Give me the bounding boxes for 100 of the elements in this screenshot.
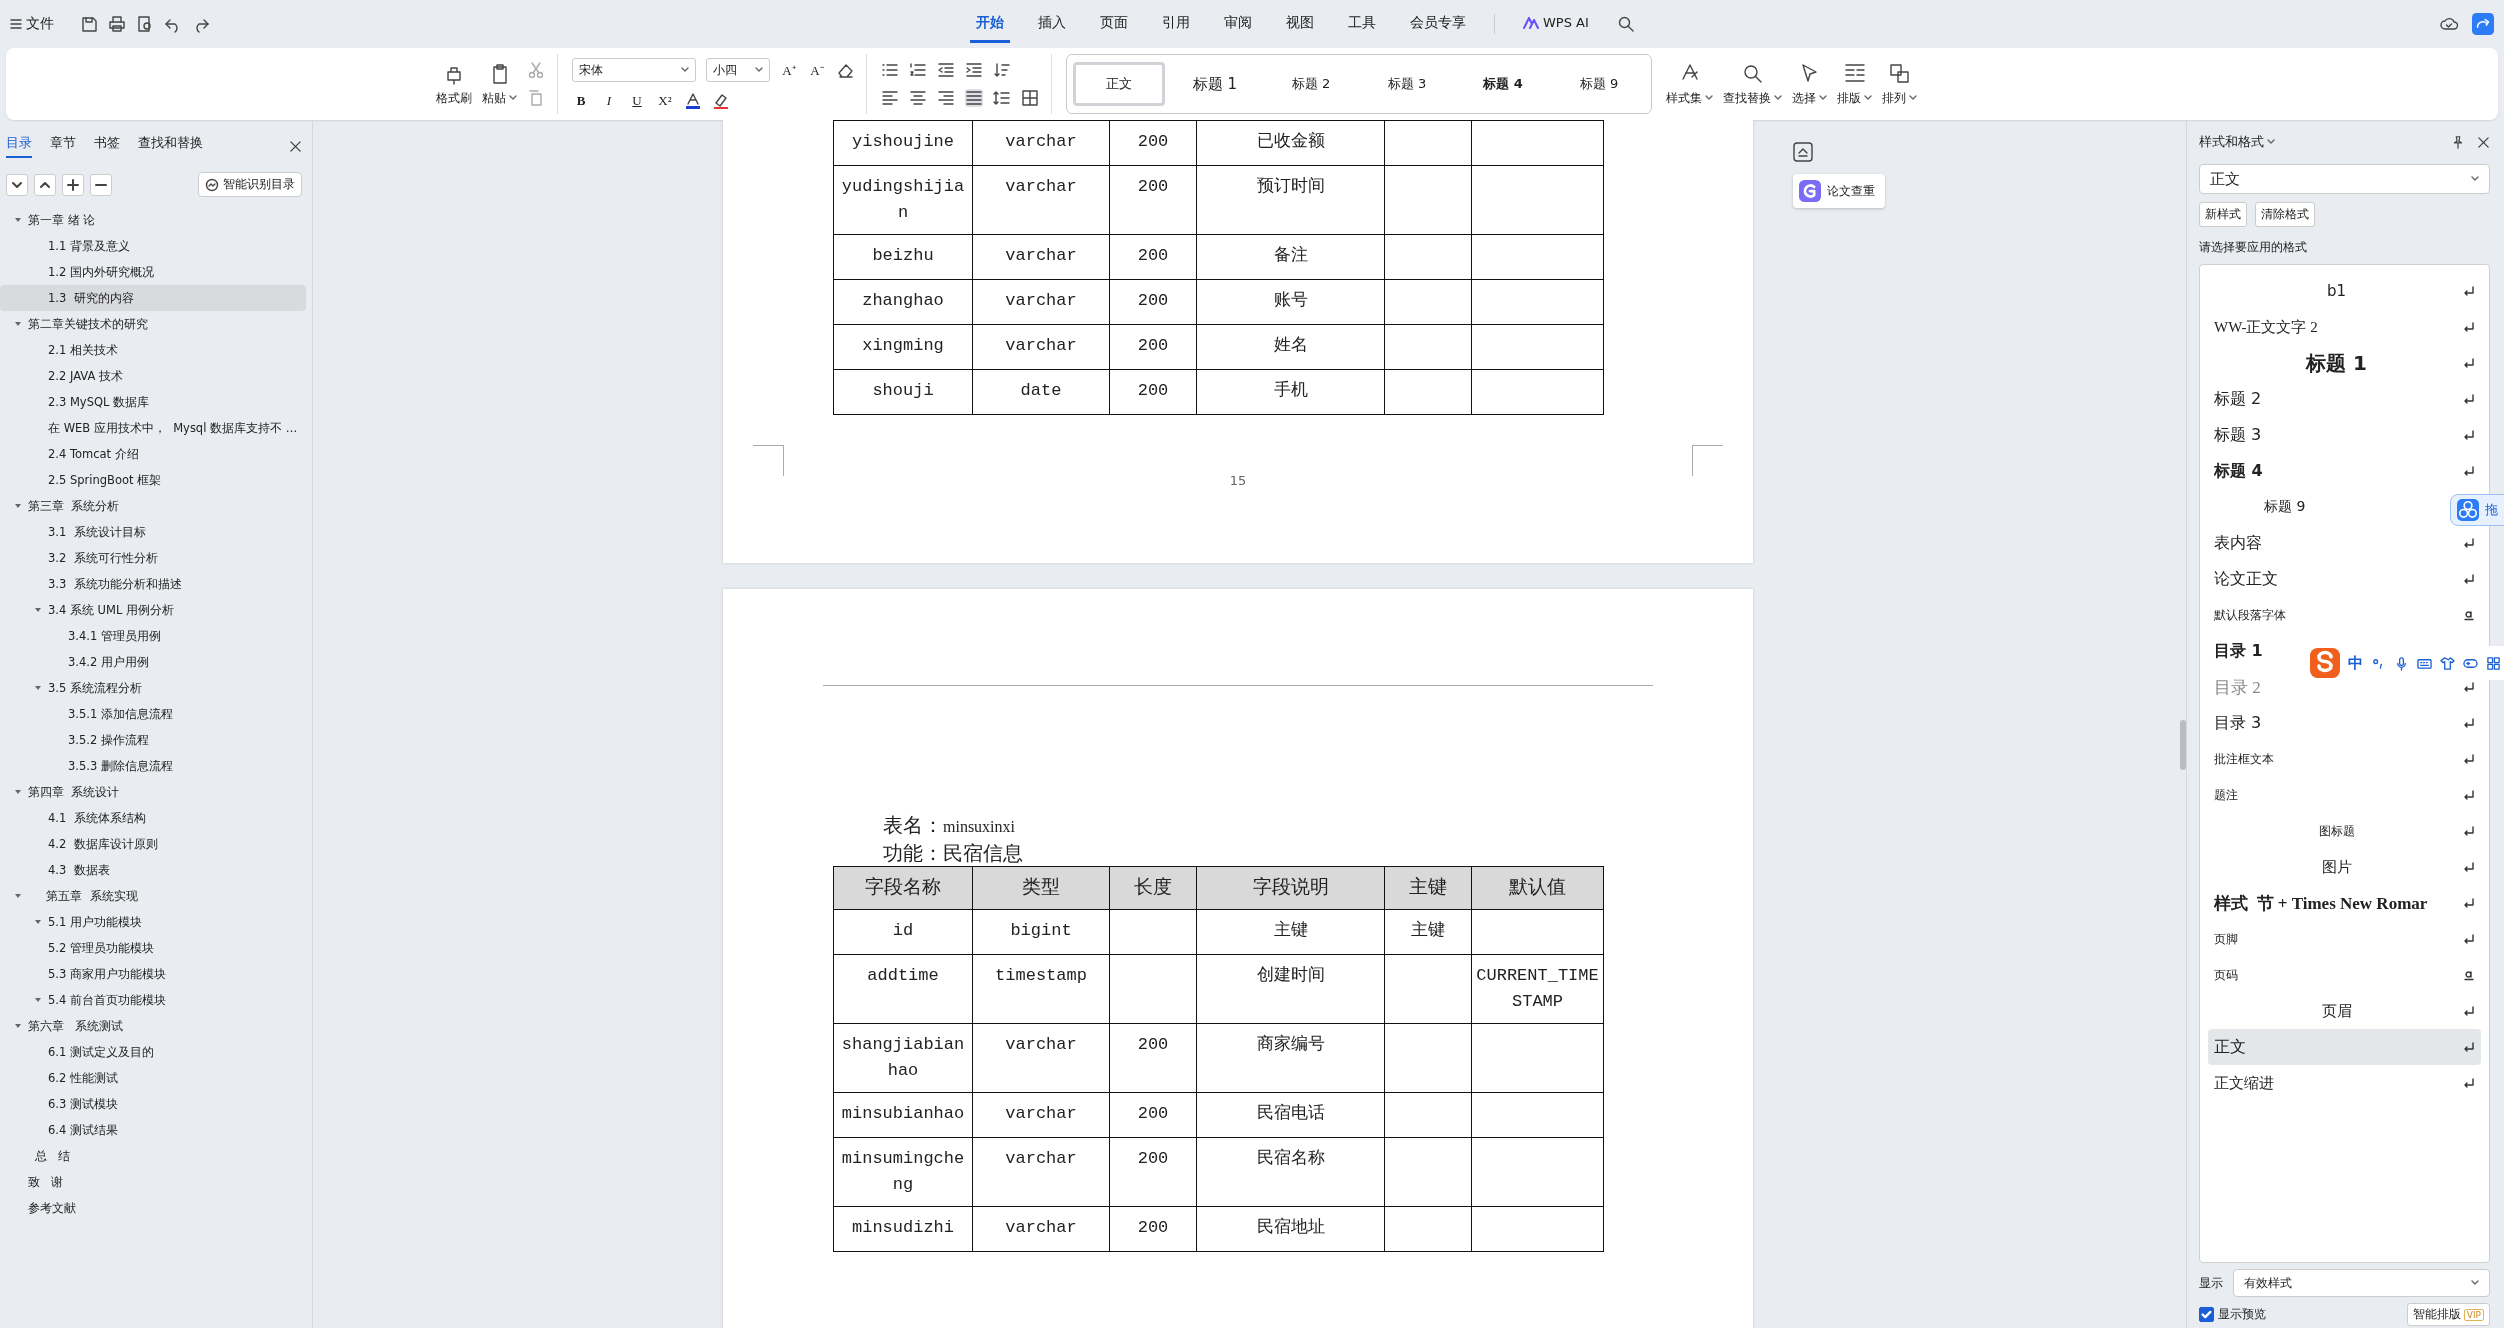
preview-checkbox[interactable]: 显示预览	[2199, 1306, 2266, 1323]
borders-icon[interactable]	[1021, 89, 1039, 107]
panel-tab[interactable]: 查找和替换	[138, 134, 203, 158]
share-icon[interactable]	[2472, 13, 2494, 35]
toc-item[interactable]: 第五章 系统实现	[0, 883, 306, 909]
close-icon[interactable]	[2477, 135, 2490, 149]
toc-item[interactable]: 参考文献	[0, 1195, 306, 1221]
toc-item[interactable]: 4.3 数据表	[0, 857, 306, 883]
expand-arrow-icon[interactable]	[14, 1021, 22, 1030]
bullet-list-icon[interactable]	[881, 61, 899, 79]
panel-tab[interactable]: 目录	[6, 134, 32, 158]
panel-tab[interactable]: 书签	[94, 134, 120, 158]
toc-item[interactable]: 5.4 前台首页功能模块	[0, 987, 306, 1013]
clear-format-button[interactable]: 清除格式	[2255, 202, 2315, 227]
font-size-dropdown[interactable]: 小四	[706, 58, 770, 82]
toc-item[interactable]: 3.5.2 操作流程	[0, 727, 306, 753]
menu-tab[interactable]: 引用	[1156, 5, 1196, 43]
toc-item[interactable]: 2.2 JAVA 技术	[0, 363, 306, 389]
style-item[interactable]: 图片	[2208, 849, 2481, 885]
toc-item[interactable]: 3.5 系统流程分析	[0, 675, 306, 701]
grid-icon[interactable]	[2486, 655, 2501, 671]
expand-arrow-icon[interactable]	[14, 319, 22, 328]
style-item[interactable]: 图标题	[2208, 813, 2481, 849]
shirt-icon[interactable]	[2440, 655, 2455, 671]
toc-item[interactable]: 总 结	[0, 1143, 306, 1169]
style-item[interactable]: 目录 3	[2208, 705, 2481, 741]
style-item[interactable]: 标题 4	[2208, 453, 2481, 489]
toolbar-button[interactable]: 排版	[1837, 61, 1872, 107]
expand-arrow-icon[interactable]	[34, 605, 42, 614]
format-button[interactable]: X²	[656, 93, 674, 109]
pin-icon[interactable]	[2451, 135, 2465, 149]
style-preset[interactable]: 标题 9	[1553, 62, 1645, 106]
toc-item[interactable]: 3.5.3 删除信息流程	[0, 753, 306, 779]
font-size-button[interactable]: A⁻	[808, 61, 826, 79]
minus-icon[interactable]	[90, 173, 112, 196]
microphone-icon[interactable]	[2394, 655, 2409, 671]
smart-toc-button[interactable]: 智能识别目录	[198, 172, 302, 197]
style-item[interactable]: 批注框文本	[2208, 741, 2481, 777]
toolbar-button[interactable]: 样式集	[1666, 61, 1713, 107]
font-size-button[interactable]: A⁺	[780, 61, 798, 79]
expand-arrow-icon[interactable]	[34, 683, 42, 692]
toc-item[interactable]: 1.2 国内外研究概况	[0, 259, 306, 285]
toc-item[interactable]: 第六章 系统测试	[0, 1013, 306, 1039]
input-method-logo-icon[interactable]	[2310, 648, 2340, 678]
align-right-icon[interactable]	[937, 89, 955, 107]
style-item[interactable]: 页眉	[2208, 993, 2481, 1029]
cloud-check-icon[interactable]	[2440, 15, 2458, 33]
scrollbar-thumb[interactable]	[2180, 720, 2186, 770]
toc-item[interactable]: 3.4 系统 UML 用例分析	[0, 597, 306, 623]
wps-ai-button[interactable]: WPS AI	[1517, 7, 1595, 41]
toc-item[interactable]: 6.3 测试模块	[0, 1091, 306, 1117]
print-preview-icon[interactable]	[136, 15, 154, 33]
toc-item[interactable]: 3.2 系统可行性分析	[0, 545, 306, 571]
menu-tab[interactable]: 页面	[1094, 5, 1134, 43]
style-item[interactable]: 表内容	[2208, 525, 2481, 561]
print-icon[interactable]	[108, 15, 126, 33]
toc-item[interactable]: 第一章 绪 论	[0, 207, 306, 233]
toc-item[interactable]: 5.3 商家用户功能模块	[0, 961, 306, 987]
menu-tab[interactable]: 插入	[1032, 5, 1072, 43]
line-spacing-icon[interactable]	[993, 89, 1011, 107]
paste-button[interactable]: 粘贴	[482, 61, 517, 107]
new-style-button[interactable]: 新样式	[2199, 202, 2247, 227]
toc-item[interactable]: 3.1 系统设计目标	[0, 519, 306, 545]
toc-item[interactable]: 6.2 性能测试	[0, 1065, 306, 1091]
search-icon[interactable]	[1616, 15, 1635, 33]
menu-tab[interactable]: 会员专享	[1404, 5, 1472, 43]
show-dropdown[interactable]: 有效样式	[2233, 1269, 2490, 1297]
sort-icon[interactable]	[993, 61, 1011, 79]
chevron-down-icon[interactable]	[6, 173, 28, 196]
style-item[interactable]: 正文	[2208, 1029, 2481, 1065]
style-item[interactable]: 正文缩进	[2208, 1065, 2481, 1101]
highlight-icon[interactable]	[712, 92, 730, 110]
style-item[interactable]: 标题 3	[2208, 417, 2481, 453]
toc-item[interactable]: 3.4.1 管理员用例	[0, 623, 306, 649]
toc-item[interactable]: 3.4.2 用户用例	[0, 649, 306, 675]
toc-item[interactable]: 6.4 测试结果	[0, 1117, 306, 1143]
file-menu[interactable]: 文件	[10, 15, 54, 33]
style-preset[interactable]: 标题 3	[1361, 62, 1453, 106]
toc-item[interactable]: 2.4 Tomcat 介绍	[0, 441, 306, 467]
format-button[interactable]: I	[600, 93, 618, 109]
smart-layout-button[interactable]: 智能排版 VIP	[2406, 1303, 2490, 1326]
toc-item[interactable]: 5.2 管理员功能模块	[0, 935, 306, 961]
style-item[interactable]: b1	[2208, 273, 2481, 309]
style-item[interactable]: 页码	[2208, 957, 2481, 993]
style-item[interactable]: WW-正文文字 2	[2208, 309, 2481, 345]
expand-arrow-icon[interactable]	[14, 891, 22, 900]
indent-icon[interactable]	[965, 61, 983, 79]
style-item[interactable]: 样式 节 + Times New Romar	[2208, 885, 2481, 921]
expand-arrow-icon[interactable]	[34, 995, 42, 1004]
toolbar-button[interactable]: 排列	[1882, 61, 1917, 107]
toc-item[interactable]: 第四章 系统设计	[0, 779, 306, 805]
toc-item[interactable]: 5.1 用户功能模块	[0, 909, 306, 935]
toc-item[interactable]: 4.1 系统体系结构	[0, 805, 306, 831]
align-center-icon[interactable]	[909, 89, 927, 107]
toc-item[interactable]: 第三章 系统分析	[0, 493, 306, 519]
style-preset[interactable]: 标题 2	[1265, 62, 1357, 106]
expand-arrow-icon[interactable]	[14, 787, 22, 796]
toc-item[interactable]: 致 谢	[0, 1169, 306, 1195]
style-item[interactable]: 标题 1	[2208, 345, 2481, 381]
style-item[interactable]: 题注	[2208, 777, 2481, 813]
